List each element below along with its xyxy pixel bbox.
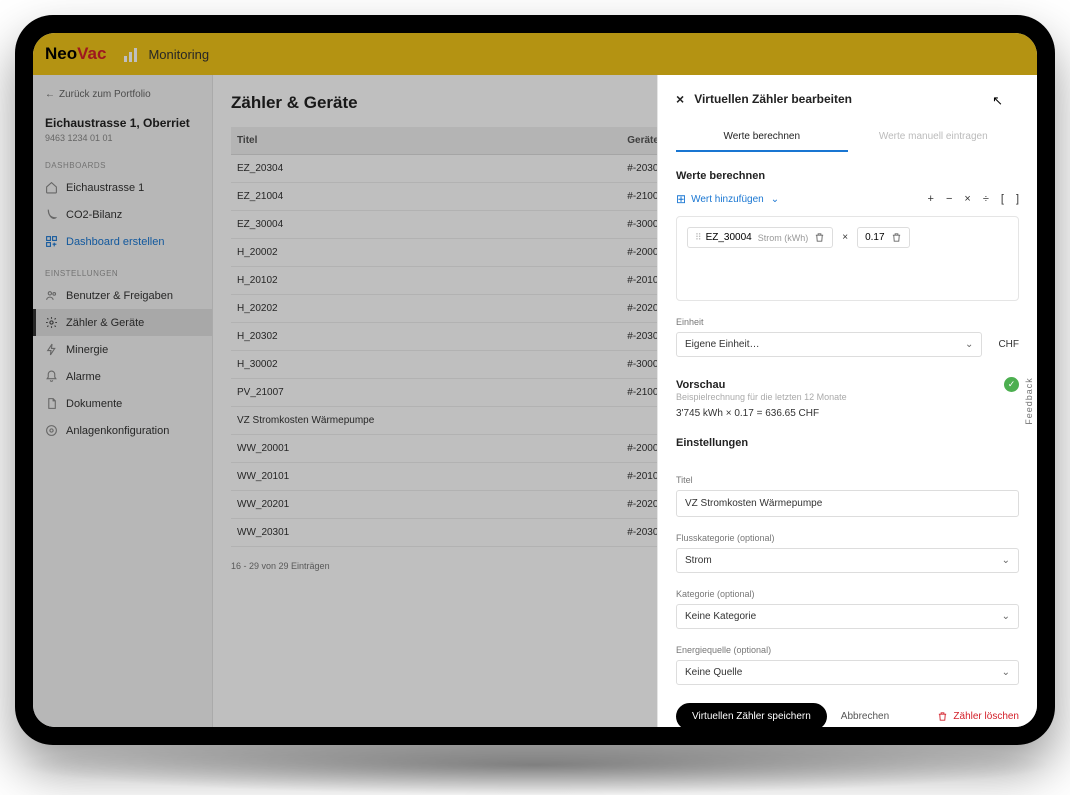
unit-value: CHF — [998, 339, 1019, 350]
leaf-icon — [45, 208, 58, 221]
formula-editor[interactable]: ⠿ EZ_30004 Strom (kWh) × 0.17 — [676, 216, 1019, 301]
op-button[interactable]: − — [946, 193, 952, 205]
sidebar-item-label: CO2-Bilanz — [66, 209, 122, 221]
sidebar-item-label: Minergie — [66, 344, 108, 356]
sidebar-item-co2[interactable]: CO2-Bilanz — [33, 201, 212, 228]
formula-chip[interactable]: ⠿ EZ_30004 Strom (kWh) — [687, 227, 833, 248]
drag-icon[interactable]: ⠿ — [695, 232, 700, 243]
sidebar-item-meters[interactable]: Zähler & Geräte — [33, 309, 212, 336]
preview-sub: Beispielrechnung für die letzten 12 Mona… — [676, 392, 1019, 402]
energie-label: Energiequelle (optional) — [676, 645, 1019, 655]
energie-select[interactable]: Keine Quelle — [676, 660, 1019, 685]
address-id: 9463 1234 01 01 — [45, 133, 200, 143]
users-icon — [45, 289, 58, 302]
logo: NeoVac — [45, 44, 106, 64]
chip-name: EZ_30004 — [706, 232, 752, 243]
check-icon: ✓ — [1004, 377, 1019, 392]
trash-icon[interactable] — [814, 232, 825, 243]
topbar: NeoVac Monitoring — [33, 33, 1037, 75]
sidebar-item-users[interactable]: Benutzer & Freigaben — [33, 282, 212, 309]
fluss-select[interactable]: Strom — [676, 548, 1019, 573]
op-button[interactable]: + — [928, 193, 934, 205]
edit-panel: × Virtuellen Zähler bearbeiten Werte ber… — [657, 75, 1037, 727]
bell-icon — [45, 370, 58, 383]
sidebar-item-label: Dokumente — [66, 398, 122, 410]
op-button[interactable]: × — [964, 193, 970, 205]
calc-heading: Werte berechnen — [676, 170, 1019, 182]
save-button[interactable]: Virtuellen Zähler speichern — [676, 703, 827, 727]
col-title[interactable]: Titel — [231, 127, 621, 155]
edit-title: Virtuellen Zähler bearbeiten — [694, 92, 852, 106]
create-dashboard[interactable]: Dashboard erstellen — [33, 228, 212, 255]
home-icon — [45, 181, 58, 194]
document-icon — [45, 397, 58, 410]
sidebar-item-eichaustrasse[interactable]: Eichaustrasse 1 — [33, 174, 212, 201]
sidebar-item-label: Anlagenkonfiguration — [66, 425, 169, 437]
app-name: Monitoring — [148, 47, 209, 62]
preview-calc: 3'745 kWh × 0.17 = 636.65 CHF — [676, 408, 1019, 419]
sidebar-item-label: Dashboard erstellen — [66, 236, 164, 248]
unit-select[interactable]: Eigene Einheit… — [676, 332, 982, 357]
op-button[interactable]: ] — [1016, 193, 1019, 205]
dashboards-label: DASHBOARDS — [33, 147, 212, 174]
back-link[interactable]: Zurück zum Portfolio — [33, 83, 212, 106]
sidebar-item-config[interactable]: Anlagenkonfiguration — [33, 417, 212, 444]
settings-label: EINSTELLUNGEN — [33, 255, 212, 282]
cancel-button[interactable]: Abbrechen — [841, 711, 889, 722]
op-button[interactable]: ÷ — [983, 193, 989, 205]
kat-label: Kategorie (optional) — [676, 589, 1019, 599]
gear-icon — [45, 316, 58, 329]
add-value-button[interactable]: Wert hinzufügen — [676, 192, 779, 206]
address-title: Eichaustrasse 1, Oberriet — [45, 116, 200, 130]
trash-icon[interactable] — [891, 232, 902, 243]
formula-chip-factor[interactable]: 0.17 — [857, 227, 909, 248]
kat-select[interactable]: Keine Kategorie — [676, 604, 1019, 629]
plus-grid-icon — [45, 235, 58, 248]
bars-icon — [124, 47, 139, 62]
preview-heading: Vorschau — [676, 379, 725, 391]
sidebar-item-label: Alarme — [66, 371, 101, 383]
sidebar-item-documents[interactable]: Dokumente — [33, 390, 212, 417]
fluss-label: Flusskategorie (optional) — [676, 533, 1019, 543]
sidebar-item-label: Eichaustrasse 1 — [66, 182, 144, 194]
chip-factor: 0.17 — [865, 232, 884, 243]
titel-input[interactable]: VZ Stromkosten Wärmepumpe — [676, 490, 1019, 517]
close-icon[interactable]: × — [676, 91, 684, 107]
tab-manual[interactable]: Werte manuell eintragen — [848, 123, 1020, 152]
multiply-icon: × — [842, 232, 848, 243]
sidebar: Zurück zum Portfolio Eichaustrasse 1, Ob… — [33, 75, 213, 727]
sidebar-item-minergie[interactable]: Minergie — [33, 336, 212, 363]
sidebar-item-alarms[interactable]: Alarme — [33, 363, 212, 390]
sidebar-item-label: Zähler & Geräte — [66, 317, 144, 329]
titel-label: Titel — [676, 475, 1019, 485]
settings-heading: Einstellungen — [676, 437, 1019, 449]
sidebar-item-label: Benutzer & Freigaben — [66, 290, 173, 302]
bolt-icon — [45, 343, 58, 356]
feedback-tab[interactable]: Feedback — [1024, 377, 1034, 425]
unit-label: Einheit — [676, 317, 1019, 327]
chip-unit: Strom (kWh) — [758, 233, 809, 243]
tab-calculate[interactable]: Werte berechnen — [676, 123, 848, 152]
delete-button[interactable]: Zähler löschen — [937, 711, 1019, 722]
settings-icon — [45, 424, 58, 437]
op-button[interactable]: [ — [1001, 193, 1004, 205]
